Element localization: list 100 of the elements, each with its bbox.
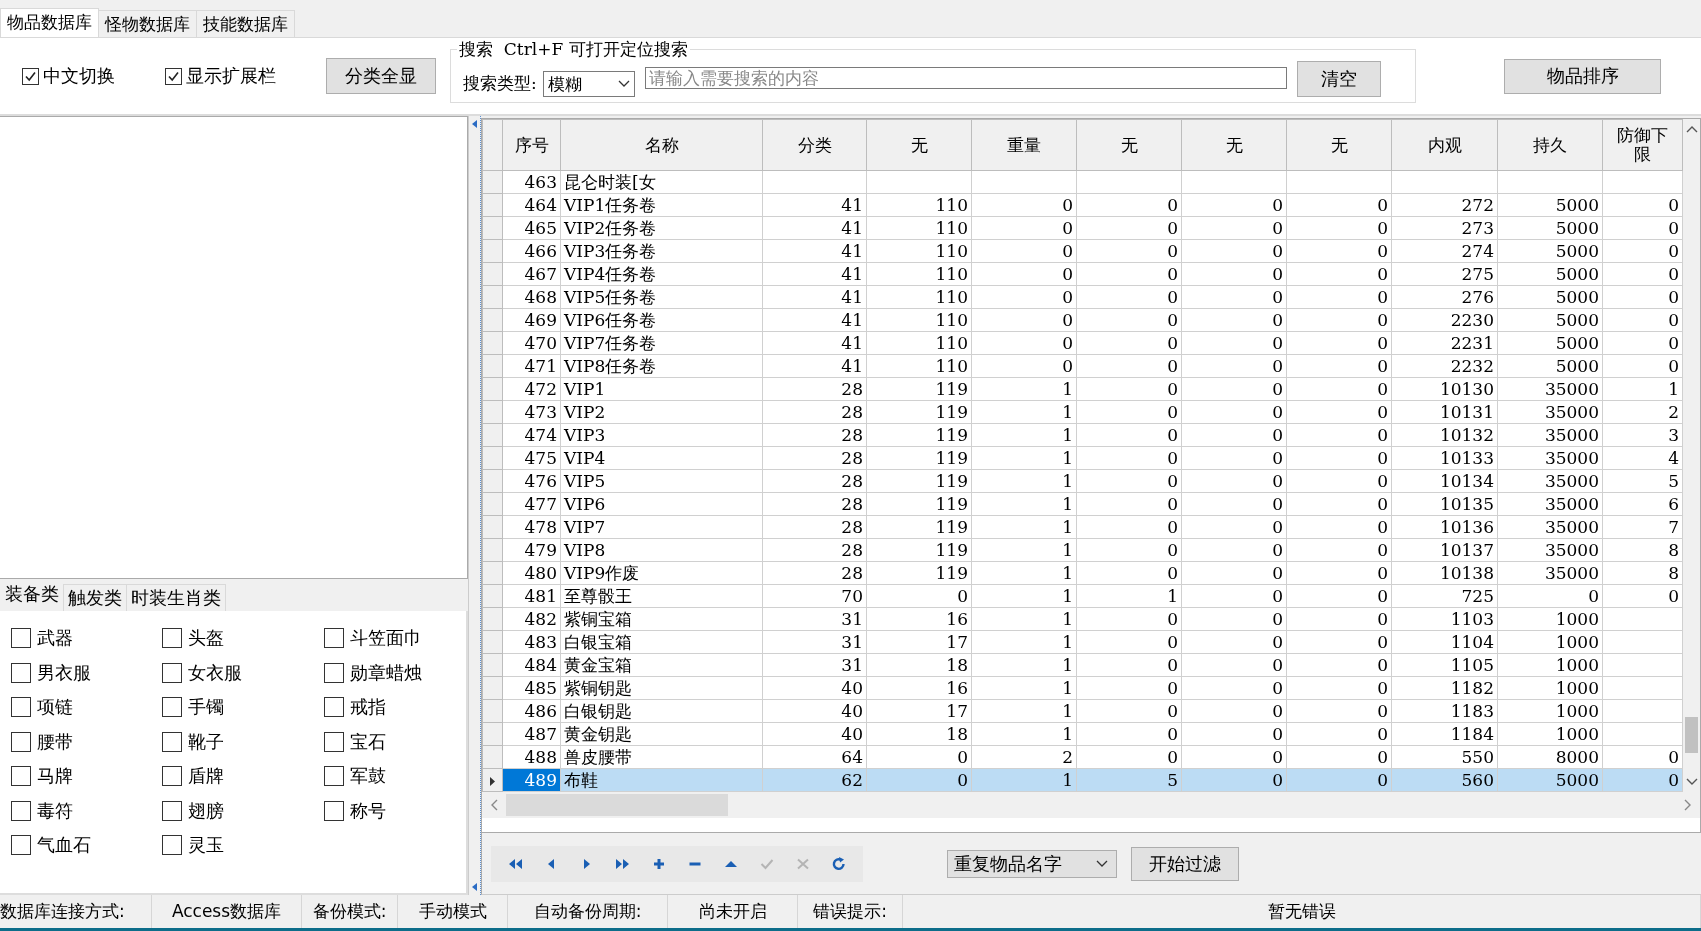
table-cell: 477: [502, 492, 561, 516]
group-title: 搜索 Ctrl+F 可打开定位搜索: [457, 38, 690, 61]
table-cell: 1182: [1391, 676, 1498, 700]
column-header[interactable]: 内观: [1391, 119, 1498, 171]
table-cell: 119: [866, 469, 972, 493]
table-cell: 1000: [1497, 676, 1603, 700]
table-cell: 0: [1286, 699, 1392, 723]
table-cell: 1: [971, 492, 1077, 516]
table-cell: 1000: [1497, 630, 1603, 654]
table-cell: 紫铜钥匙: [560, 676, 763, 700]
tab[interactable]: 技能数据库: [196, 10, 295, 37]
table-cell: 10134: [1391, 469, 1498, 493]
table-cell: 40: [762, 676, 867, 700]
checkbox-label: 中文切换: [43, 64, 115, 88]
column-header[interactable]: 重量: [971, 119, 1077, 171]
table-cell: 1: [971, 400, 1077, 424]
table-cell: 28: [762, 469, 867, 493]
table-cell: 272: [1391, 193, 1498, 217]
table-cell: 0: [1286, 423, 1392, 447]
column-header[interactable]: 持久: [1497, 119, 1603, 171]
column-header[interactable]: 防御下限: [1602, 119, 1683, 171]
filter-dropdown[interactable]: 重复物品名字: [947, 849, 1117, 878]
show-all-button[interactable]: 分类全显: [326, 58, 436, 94]
table-cell: 0: [1181, 308, 1287, 332]
table-cell: 0: [1286, 676, 1392, 700]
table-cell: 0: [1286, 446, 1392, 470]
table-cell: 0: [1181, 377, 1287, 401]
table-cell: 485: [502, 676, 561, 700]
table-cell: 0: [1181, 492, 1287, 516]
table-cell: 0: [1181, 607, 1287, 631]
filter-button[interactable]: 开始过滤: [1131, 846, 1239, 881]
table-cell: 1: [971, 607, 1077, 631]
checkbox-label: 戒指: [350, 695, 386, 720]
table-cell: 35000: [1497, 469, 1603, 493]
column-header[interactable]: 无: [1076, 119, 1182, 171]
table-cell: 1: [971, 584, 1077, 608]
table-cell: 0: [1181, 538, 1287, 562]
table-cell: 119: [866, 446, 972, 470]
table-cell: 119: [866, 492, 972, 516]
column-header[interactable]: 无: [1181, 119, 1287, 171]
table-cell: VIP4任务卷: [560, 262, 763, 286]
search-type-dropdown[interactable]: 模糊: [542, 71, 635, 97]
table-cell: 0: [1076, 400, 1182, 424]
clear-button[interactable]: 清空: [1296, 61, 1381, 97]
column-header[interactable]: 分类: [762, 119, 867, 171]
table-cell: 28: [762, 400, 867, 424]
table-cell: 480: [502, 561, 561, 585]
table-cell: 0: [1286, 216, 1392, 240]
tab[interactable]: 物品数据库: [0, 8, 99, 37]
table-cell: 470: [502, 331, 561, 355]
column-header[interactable]: 无: [866, 119, 972, 171]
table-cell: 10136: [1391, 515, 1498, 539]
table-cell: 1000: [1497, 722, 1603, 746]
table-cell: 白银宝箱: [560, 630, 763, 654]
table-cell: 0: [1286, 400, 1392, 424]
tab[interactable]: 触发类: [63, 584, 127, 611]
table-cell: 0: [1602, 193, 1683, 217]
status-text: 错误提示:: [798, 895, 903, 928]
table-cell: 0: [1076, 423, 1182, 447]
checkbox-label: 翅膀: [188, 798, 224, 823]
table-cell: 31: [762, 630, 867, 654]
table-cell: 31: [762, 607, 867, 631]
table-cell: 0: [1076, 216, 1182, 240]
table-cell: 1: [971, 722, 1077, 746]
table-cell: 110: [866, 354, 972, 378]
sort-button[interactable]: 物品排序: [1504, 58, 1661, 94]
table-cell: 0: [1286, 377, 1392, 401]
table-cell: 0: [1497, 584, 1603, 608]
table-cell: 465: [502, 216, 561, 240]
table-cell: 5000: [1497, 193, 1603, 217]
table-cell: 10131: [1391, 400, 1498, 424]
table-cell: 0: [1076, 607, 1182, 631]
column-header[interactable]: 序号: [502, 119, 561, 171]
table-cell: 466: [502, 239, 561, 263]
table-cell: 0: [1602, 216, 1683, 240]
table-cell: 31: [762, 653, 867, 677]
table-cell: 0: [866, 584, 972, 608]
table-cell: 0: [1286, 515, 1392, 539]
table-cell: 0: [971, 216, 1077, 240]
table-cell: 1: [971, 676, 1077, 700]
table-cell: 0: [1181, 216, 1287, 240]
table-cell: 276: [1391, 285, 1498, 309]
table-cell: 476: [502, 469, 561, 493]
table-cell: 至尊骰王: [560, 584, 763, 608]
table-cell: 28: [762, 515, 867, 539]
table-cell: 0: [971, 285, 1077, 309]
checkbox-label: 气血石: [37, 833, 91, 858]
table-cell: VIP5: [560, 469, 763, 493]
table-cell: 5000: [1497, 285, 1603, 309]
tab[interactable]: 时装生肖类: [126, 584, 226, 611]
search-field[interactable]: 请输入需要搜索的内容: [644, 67, 1287, 89]
column-header[interactable]: 无: [1286, 119, 1392, 171]
table-cell: 64: [762, 745, 867, 769]
table-cell: 119: [866, 423, 972, 447]
table-cell: VIP6任务卷: [560, 308, 763, 332]
table-cell: 0: [1286, 239, 1392, 263]
table-cell: 16: [866, 607, 972, 631]
table-cell: 0: [1076, 446, 1182, 470]
column-header[interactable]: 名称: [560, 119, 763, 171]
table-cell: 兽皮腰带: [560, 745, 763, 769]
